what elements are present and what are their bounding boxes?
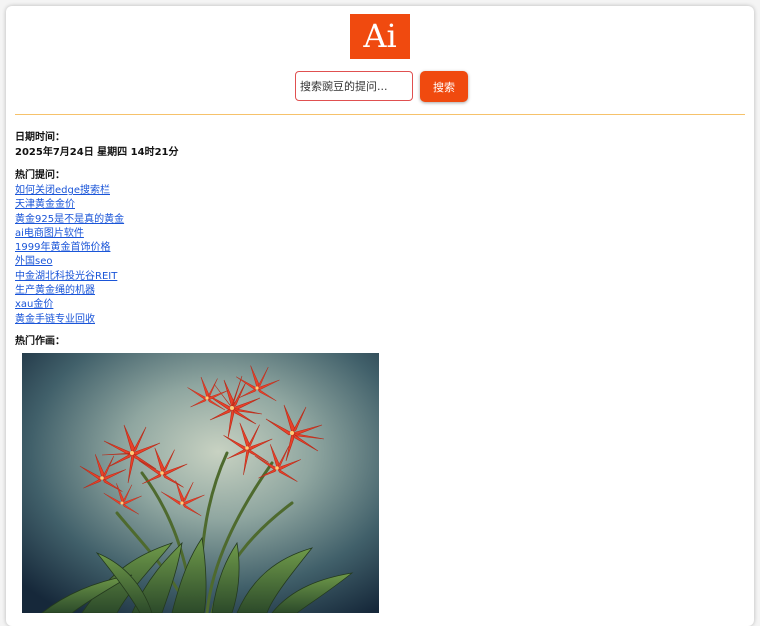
hot-art-label: 热门作画：	[15, 336, 65, 347]
datetime-label: 日期时间：	[15, 132, 65, 143]
hot-question-link[interactable]: 外国seo	[15, 256, 52, 267]
page-card: Ai 搜索 日期时间： 2025年7月24日 星期四 14时21分 热门提问： …	[6, 6, 754, 626]
hot-questions-list: 如何关闭edge搜索栏 天津黄金金价 黄金925是不是真的黄金 ai电商图片软件…	[15, 181, 124, 325]
datetime-value: 2025年7月24日 星期四 14时21分	[15, 147, 179, 158]
site-logo[interactable]: Ai	[350, 14, 410, 59]
hot-question-link[interactable]: xau金价	[15, 299, 53, 310]
hot-questions-label: 热门提问：	[15, 170, 65, 181]
hot-question-link[interactable]: 黄金手链专业回收	[15, 314, 95, 325]
search-input[interactable]	[295, 71, 413, 101]
list-item: 黄金手链专业回收	[15, 310, 124, 325]
hot-question-link[interactable]: 天津黄金金价	[15, 199, 75, 210]
list-item: 中金湖北科投光谷REIT	[15, 267, 124, 282]
search-button[interactable]: 搜索	[420, 71, 468, 102]
list-item: ai电商图片软件	[15, 224, 124, 239]
list-item: 黄金925是不是真的黄金	[15, 210, 124, 225]
list-item: 生产黄金绳的机器	[15, 281, 124, 296]
hot-question-link[interactable]: 黄金925是不是真的黄金	[15, 214, 124, 225]
list-item: 外国seo	[15, 252, 124, 267]
list-item: 1999年黄金首饰价格	[15, 238, 124, 253]
list-item: xau金价	[15, 295, 124, 310]
list-item: 天津黄金金价	[15, 195, 124, 210]
divider	[15, 114, 745, 115]
hot-artwork-image[interactable]	[22, 353, 379, 613]
list-item: 如何关闭edge搜索栏	[15, 181, 124, 196]
